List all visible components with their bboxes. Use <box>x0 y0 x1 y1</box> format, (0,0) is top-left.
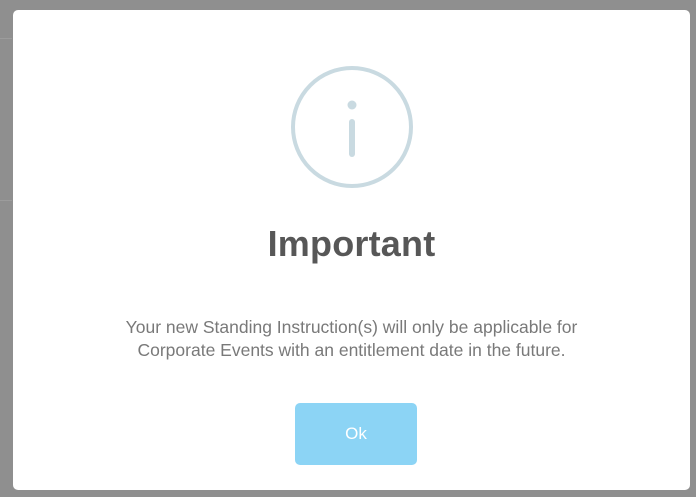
backdrop-divider <box>0 38 12 39</box>
page-overlay: Important Your new Standing Instruction(… <box>0 0 696 497</box>
dialog-title: Important <box>267 223 436 264</box>
ok-button[interactable]: Ok <box>295 403 417 465</box>
info-icon <box>290 65 414 189</box>
backdrop-divider <box>0 200 12 201</box>
dialog-message-line: Corporate Events with an entitlement dat… <box>137 340 566 360</box>
dialog-message-line: Your new Standing Instruction(s) will on… <box>125 317 578 337</box>
alert-dialog: Important Your new Standing Instruction(… <box>13 10 690 490</box>
dialog-message: Your new Standing Instruction(s) will on… <box>43 316 660 362</box>
